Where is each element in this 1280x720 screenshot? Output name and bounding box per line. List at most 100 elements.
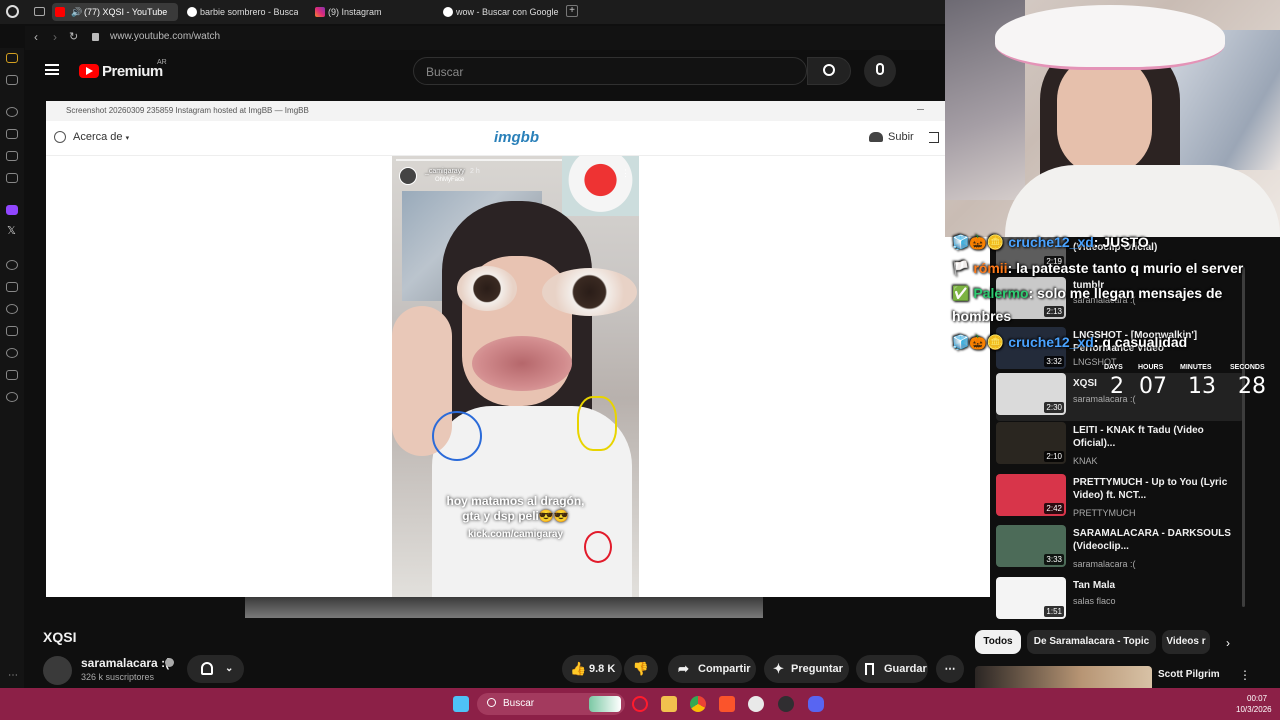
chat-message-continued: hombres — [952, 308, 1012, 324]
chat-badge-icon: 🏳️ — [952, 260, 970, 276]
history-icon[interactable] — [6, 348, 18, 358]
windows-taskbar: Buscar 00:07 10/3/2026 — [0, 688, 1280, 720]
window-title: Screenshot 20260309 235859 Instagram hos… — [66, 106, 309, 115]
more-actions-button[interactable]: ⋯ — [936, 655, 964, 683]
about-menu[interactable]: Acerca de ▾ — [73, 131, 129, 143]
video-thumbnail[interactable]: 2:30 — [996, 373, 1066, 415]
save-button[interactable]: Guardar — [856, 655, 928, 683]
like-button[interactable]: 👍 9.8 K — [562, 655, 622, 683]
heart-icon[interactable] — [6, 304, 18, 314]
clock-date[interactable]: 10/3/2026 — [1236, 705, 1272, 714]
forward-icon[interactable]: › — [53, 30, 57, 44]
twitch-icon[interactable] — [6, 205, 18, 215]
help-icon[interactable] — [54, 131, 66, 143]
search-icon — [823, 64, 835, 76]
related-video[interactable]: 2:10 LEITI - KNAK ft Tadu (Video Oficial… — [996, 422, 1244, 470]
dislike-button[interactable]: 👎 — [624, 655, 658, 683]
file-explorer-icon[interactable] — [661, 696, 677, 712]
back-icon[interactable]: ‹ — [34, 30, 38, 44]
story-username[interactable]: _camigarayy — [425, 168, 465, 175]
chip-videos[interactable]: Videos r — [1162, 630, 1210, 654]
more-icon[interactable]: ⋯ — [8, 670, 18, 681]
premium-logo-text[interactable]: Premium — [102, 63, 163, 80]
video-thumbnail[interactable]: 1:51 — [996, 577, 1066, 619]
related-video[interactable]: 3:33 SARAMALACARA - DARKSOULS (Videoclip… — [996, 525, 1244, 573]
opera-logo-icon[interactable] — [6, 5, 19, 18]
tab-strip-icon[interactable] — [34, 7, 45, 16]
ai-icon[interactable] — [6, 129, 18, 139]
clock-time[interactable]: 00:07 — [1247, 694, 1267, 703]
minimize-icon[interactable] — [917, 109, 924, 110]
subscribed-button[interactable]: ⌄ — [187, 655, 244, 683]
opera-icon[interactable] — [632, 696, 648, 712]
caption-line1: hoy matamos al dragón, — [446, 494, 585, 508]
chat-user: cruche12_xd — [1008, 234, 1094, 250]
taskbar-search[interactable]: Buscar — [477, 693, 625, 715]
video-channel[interactable]: salas flaco — [1073, 596, 1116, 606]
new-tab-button[interactable]: + — [566, 5, 578, 17]
tab-wow-search[interactable]: wow - Buscar con Google — [440, 3, 565, 21]
url-text[interactable]: www.youtube.com/watch — [110, 31, 220, 42]
upload-icon[interactable] — [869, 132, 883, 142]
story-more-icon[interactable]: ⋮ — [621, 168, 630, 179]
video-channel[interactable]: PRETTYMUCH — [1073, 508, 1136, 518]
wallet-icon[interactable] — [6, 151, 18, 161]
chat-badge-icon: 🧊🎃🪙 — [952, 334, 1005, 350]
related-scrollbar[interactable] — [1242, 267, 1245, 607]
speaker-icon[interactable]: 🔊 — [71, 3, 82, 21]
next-video-title[interactable]: Scott Pilgrim — [1158, 669, 1220, 680]
tab-youtube[interactable]: 🔊 (77) XQSI - YouTube — [52, 3, 178, 21]
cowboy-hat — [995, 5, 1225, 70]
next-video-thumbnail[interactable] — [975, 666, 1152, 688]
reload-icon[interactable]: ↻ — [69, 30, 78, 43]
messenger-icon[interactable] — [6, 173, 18, 183]
video-channel[interactable]: KNAK — [1073, 456, 1098, 466]
chevron-right-icon[interactable]: › — [1226, 636, 1230, 650]
share-button[interactable]: ➦ Compartir — [668, 655, 756, 683]
discord-icon[interactable] — [808, 696, 824, 712]
search-input[interactable]: Buscar — [413, 57, 807, 85]
video-thumbnail[interactable]: 2:42 — [996, 474, 1066, 516]
chrome-icon[interactable] — [690, 696, 706, 712]
tab-barbie-search[interactable]: barbie sombrero - Buscar — [184, 3, 298, 21]
subscriber-count: 326 k suscriptores — [81, 672, 155, 682]
video-thumbnail[interactable]: 2:10 — [996, 422, 1066, 464]
extensions-icon[interactable] — [6, 370, 18, 380]
home-icon[interactable] — [6, 53, 18, 63]
chip-all[interactable]: Todos — [975, 630, 1021, 654]
related-video[interactable]: 1:51 Tan Mala salas flaco — [996, 577, 1244, 625]
video-title[interactable]: PRETTYMUCH - Up to You (Lyric Video) ft.… — [1073, 476, 1238, 502]
uploaded-story-image[interactable]: _camigarayy 2 h OhMyFace ⋮ hoy matamos a… — [392, 156, 639, 597]
login-icon[interactable] — [929, 132, 939, 143]
video-title[interactable]: Tan Mala — [1073, 579, 1238, 592]
tab-instagram[interactable]: (9) Instagram — [312, 3, 422, 21]
ccleaner-icon[interactable] — [748, 696, 764, 712]
video-title[interactable]: SARAMALACARA - DARKSOULS (Videoclip... — [1073, 527, 1238, 553]
search-button[interactable] — [807, 57, 851, 85]
grid-icon[interactable] — [6, 282, 18, 292]
video-title[interactable]: LEITI - KNAK ft Tadu (Video Oficial)... — [1073, 424, 1238, 450]
video-thumbnail[interactable]: 3:33 — [996, 525, 1066, 567]
channel-avatar[interactable] — [43, 656, 72, 685]
next-video-more-icon[interactable]: ⋮ — [1239, 668, 1251, 682]
windows-start-icon[interactable] — [453, 696, 469, 712]
related-video[interactable]: 2:42 PRETTYMUCH - Up to You (Lyric Video… — [996, 474, 1244, 522]
voice-search-button[interactable] — [864, 55, 896, 87]
x-icon[interactable]: 𝕏 — [7, 224, 16, 237]
chat-text: : solo me llegan mensajes de — [1028, 285, 1223, 301]
story-avatar[interactable] — [399, 167, 417, 185]
settings-icon[interactable] — [6, 392, 18, 402]
gamepad-icon[interactable] — [6, 75, 18, 85]
brave-icon[interactable] — [719, 696, 735, 712]
country-code: AR — [157, 59, 167, 66]
obs-icon[interactable] — [778, 696, 794, 712]
box-icon[interactable] — [6, 326, 18, 336]
channel-name[interactable]: saramalacara :( — [81, 656, 169, 670]
chip-topic[interactable]: De Saramalacara - Topic — [1027, 630, 1156, 654]
video-channel[interactable]: saramalacara :( — [1073, 559, 1136, 569]
ask-button[interactable]: ✦ Preguntar — [764, 655, 849, 683]
play-icon[interactable] — [6, 260, 18, 270]
refresh-icon[interactable] — [6, 107, 18, 117]
imgbb-logo[interactable]: imgbb — [494, 129, 539, 146]
upload-button[interactable]: Subir — [888, 131, 914, 143]
